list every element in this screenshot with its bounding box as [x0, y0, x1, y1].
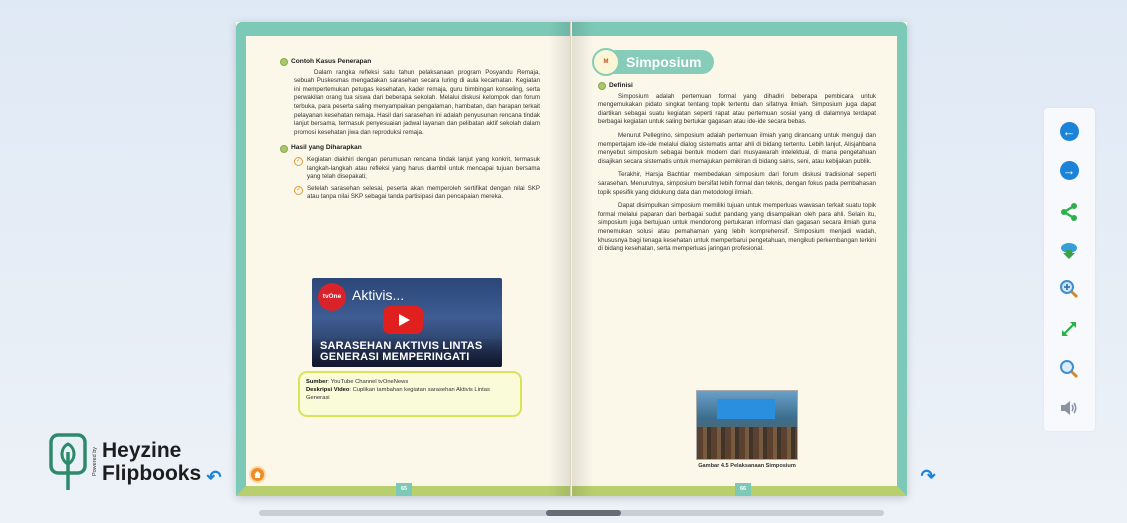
result-text: Setelah sarasehan selesai, peserta akan …: [307, 184, 540, 201]
embedded-video[interactable]: tvOne Aktivis... SARASEHAN AKTIVIS LINTA…: [312, 278, 502, 367]
sound-button[interactable]: [1058, 397, 1080, 419]
brand-name-line2: Flipbooks: [102, 462, 202, 485]
section-bullet-icon: [280, 58, 288, 67]
previous-page-icon: ←: [1059, 121, 1079, 141]
brand-name: Heyzine Flipbooks: [102, 439, 201, 485]
page-number: 66: [735, 483, 751, 496]
scrollbar-thumb[interactable]: [546, 510, 621, 516]
symposium-photo: [696, 390, 798, 460]
check-icon: ✓: [294, 156, 303, 166]
page-number: 65: [396, 483, 412, 496]
section-bullet-icon: [598, 82, 606, 91]
video-source-box: Sumber: YouTube Channel tvOneNews Deskri…: [298, 371, 522, 417]
check-icon: ✓: [294, 185, 303, 195]
download-icon: [1061, 243, 1077, 259]
description-label: Deskripsi Video: [306, 387, 350, 393]
side-toolbar: ← →: [1044, 108, 1095, 431]
fullscreen-icon: [1062, 322, 1076, 336]
heyzine-brand[interactable]: Powered by Heyzine Flipbooks: [48, 432, 201, 492]
figure-caption: Gambar 4.5 Pelaksanaan Simposium: [698, 463, 796, 469]
paragraph: Simposium adalah pertemuan formal yang d…: [598, 92, 876, 126]
paragraph: Menurut Pellegrino, simposium adalah per…: [598, 131, 876, 165]
gutter-shadow: [548, 22, 570, 496]
list-item: ✓ Kegiatan diakhiri dengan perumusan ren…: [294, 156, 540, 182]
flipbook: Contoh Kasus Penerapan Dalam rangka refl…: [236, 22, 907, 496]
list-item: ✓ Setelah sarasehan selesai, peserta aka…: [294, 185, 540, 202]
source-line: Sumber: YouTube Channel tvOneNews: [306, 378, 514, 386]
section1-title: Contoh Kasus Penerapan: [291, 58, 372, 65]
page-right[interactable]: M Simposium Definisi Simposium adalah pe…: [572, 22, 907, 496]
previous-page-arrow-icon[interactable]: ↶: [204, 467, 224, 487]
channel-logo: tvOne: [318, 283, 346, 311]
fullscreen-button[interactable]: [1058, 318, 1080, 340]
photo-crowd: [697, 427, 797, 459]
description-line: Deskripsi Video: Cuplikan tambahan kegia…: [306, 386, 514, 402]
previous-page-button[interactable]: ←: [1058, 120, 1080, 142]
brand-name-line1: Heyzine: [102, 439, 182, 462]
banner-line2: GENERASI MEMPERINGATI: [320, 351, 470, 363]
share-icon: [1061, 203, 1077, 221]
section-heading: Hasil yang Diharapkan: [280, 144, 540, 153]
video-title: Aktivis...: [352, 287, 405, 303]
zoom-in-button[interactable]: [1058, 278, 1080, 300]
heyzine-logo-icon: [49, 433, 87, 490]
paragraph: Terakhir, Harsja Bachtiar membedakan sim…: [598, 171, 876, 196]
badge-logo: M: [592, 48, 620, 76]
paragraph: Dapat disimpulkan simposium memiliki tuj…: [598, 202, 876, 253]
download-button[interactable]: [1058, 239, 1080, 261]
zoom-in-icon: [1060, 280, 1079, 299]
photo-screen: [717, 399, 775, 419]
next-page-arrow-icon[interactable]: ↷: [918, 466, 938, 486]
chapter-title-badge: M Simposium: [592, 48, 714, 76]
section1-body: Dalam rangka refleksi satu tahun pelaksa…: [294, 68, 540, 136]
gutter-shadow: [572, 22, 594, 496]
result-text: Kegiatan diakhiri dengan perumusan renca…: [307, 155, 540, 181]
play-icon[interactable]: [383, 306, 423, 334]
search-button[interactable]: [1058, 358, 1080, 380]
left-content: Contoh Kasus Penerapan Dalam rangka refl…: [280, 58, 540, 202]
section-bullet-icon: [280, 144, 288, 153]
section-heading: Definisi: [598, 82, 876, 91]
page-left[interactable]: Contoh Kasus Penerapan Dalam rangka refl…: [236, 22, 571, 496]
next-page-button[interactable]: →: [1058, 159, 1080, 181]
source-label: Sumber: [306, 379, 328, 385]
flipbook-viewer: Contoh Kasus Penerapan Dalam rangka refl…: [0, 0, 1127, 523]
home-icon[interactable]: [249, 466, 266, 483]
chapter-title: Simposium: [626, 54, 702, 70]
search-icon: [1060, 360, 1079, 379]
video-banner-text: SARASEHAN AKTIVIS LINTAS GENERASI MEMPER…: [320, 341, 482, 363]
section2-title: Hasil yang Diharapkan: [291, 144, 362, 152]
powered-by-label: Powered by: [92, 447, 98, 477]
share-button[interactable]: [1058, 201, 1080, 223]
section-heading: Contoh Kasus Penerapan: [280, 58, 540, 67]
next-page-icon: →: [1059, 160, 1079, 180]
definition-title: Definisi: [609, 82, 633, 89]
page-scrollbar[interactable]: [259, 510, 884, 516]
sound-icon: [1061, 401, 1077, 415]
right-content: Definisi Simposium adalah pertemuan form…: [598, 82, 876, 254]
source-value: : YouTube Channel tvOneNews: [327, 379, 409, 385]
